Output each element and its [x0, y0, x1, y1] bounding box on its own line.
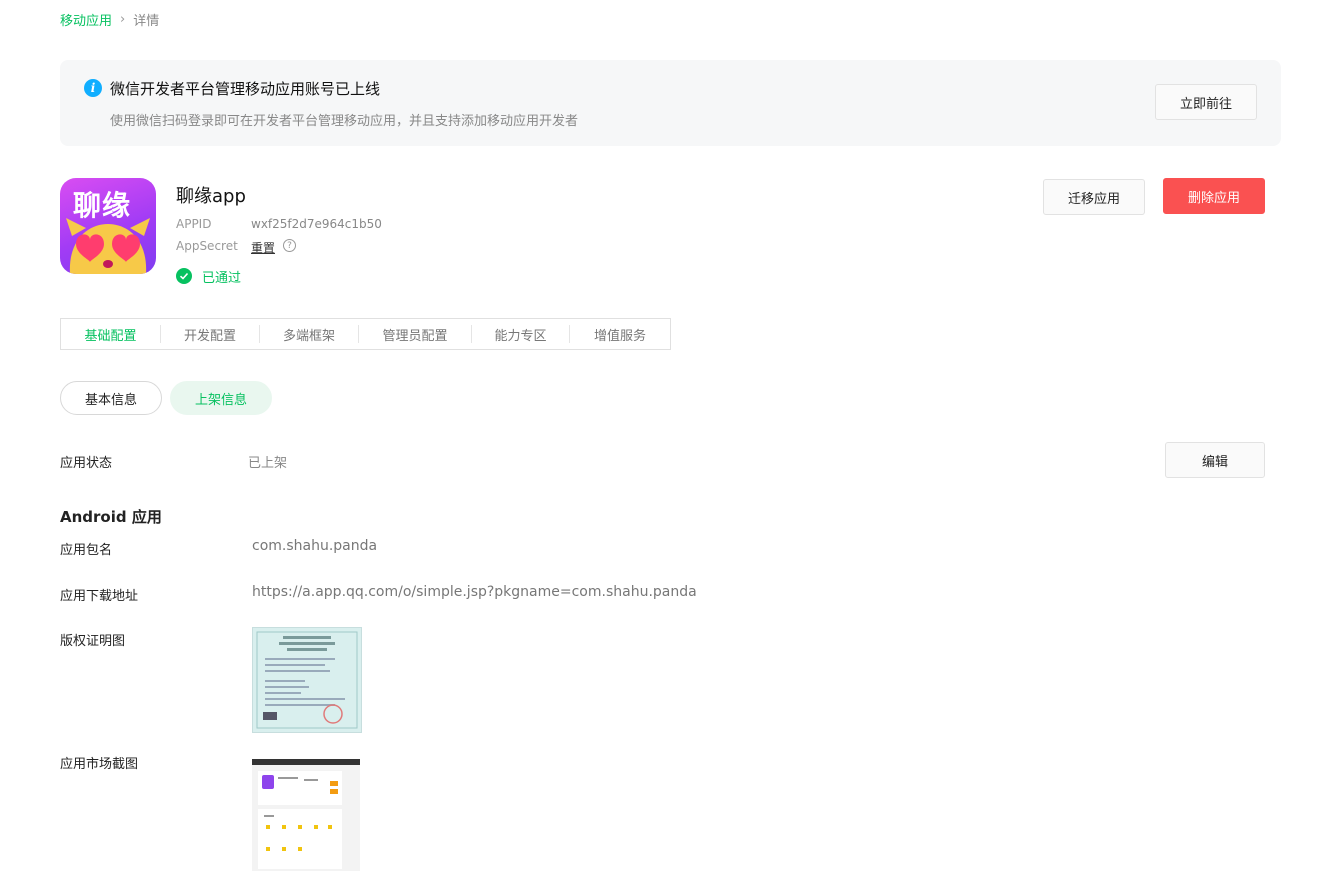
delete-app-button[interactable]: 删除应用: [1163, 178, 1265, 214]
go-now-button[interactable]: 立即前往: [1155, 84, 1257, 120]
app-name: 聊缘app: [176, 186, 246, 207]
edit-button[interactable]: 编辑: [1165, 442, 1265, 478]
market-screenshot-label: 应用市场截图: [60, 757, 139, 772]
notice-description: 使用微信扫码登录即可在开发者平台管理移动应用，并且支持添加移动应用开发者: [110, 114, 579, 129]
check-circle-icon: [176, 268, 192, 284]
download-url-value: https://a.app.qq.com/o/simple.jsp?pkgnam…: [252, 584, 697, 600]
tab-capabilities[interactable]: 能力专区: [472, 325, 570, 344]
tab-dev-config[interactable]: 开发配置: [161, 325, 260, 344]
tab-multi-platform[interactable]: 多端框架: [260, 325, 359, 344]
app-icon-label: 聊缘: [73, 189, 132, 222]
chevron-right-icon: ›: [120, 12, 126, 27]
tab-value-added[interactable]: 增值服务: [570, 325, 670, 344]
tab-basic-config[interactable]: 基础配置: [61, 325, 161, 344]
info-icon: i: [84, 79, 102, 97]
app-status-label: 应用状态: [60, 456, 113, 471]
download-url-label: 应用下载地址: [60, 589, 139, 604]
migrate-app-button[interactable]: 迁移应用: [1043, 179, 1145, 215]
copyright-proof-label: 版权证明图: [60, 634, 126, 649]
breadcrumb-mobile-apps-link[interactable]: 移动应用: [60, 10, 112, 29]
approval-status: 已通过: [202, 271, 242, 286]
app-icon: 聊缘: [60, 178, 156, 274]
subtab-basic-info[interactable]: 基本信息: [60, 381, 162, 415]
market-screenshot-image[interactable]: [252, 759, 360, 871]
appid-label: APPID: [176, 217, 212, 231]
notice-banner: i 微信开发者平台管理移动应用账号已上线 使用微信扫码登录即可在开发者平台管理移…: [60, 60, 1281, 146]
app-status-value: 已上架: [248, 456, 288, 471]
appsecret-label: AppSecret: [176, 239, 238, 253]
package-name-label: 应用包名: [60, 543, 113, 558]
breadcrumb: 移动应用 › 详情: [60, 10, 159, 29]
subtab-listing-info[interactable]: 上架信息: [170, 381, 272, 415]
reset-appsecret-link[interactable]: 重置: [251, 239, 275, 256]
question-circle-icon[interactable]: ?: [283, 239, 296, 252]
android-section-title: Android 应用: [60, 508, 162, 526]
appid-value: wxf25f2d7e964c1b50: [251, 217, 382, 231]
config-tabs: 基础配置 开发配置 多端框架 管理员配置 能力专区 增值服务: [60, 318, 671, 350]
copyright-certificate-image[interactable]: [252, 627, 362, 733]
package-name-value: com.shahu.panda: [252, 538, 378, 554]
breadcrumb-current: 详情: [133, 14, 160, 29]
notice-title: 微信开发者平台管理移动应用账号已上线: [110, 80, 381, 98]
tab-admin-config[interactable]: 管理员配置: [359, 325, 472, 344]
